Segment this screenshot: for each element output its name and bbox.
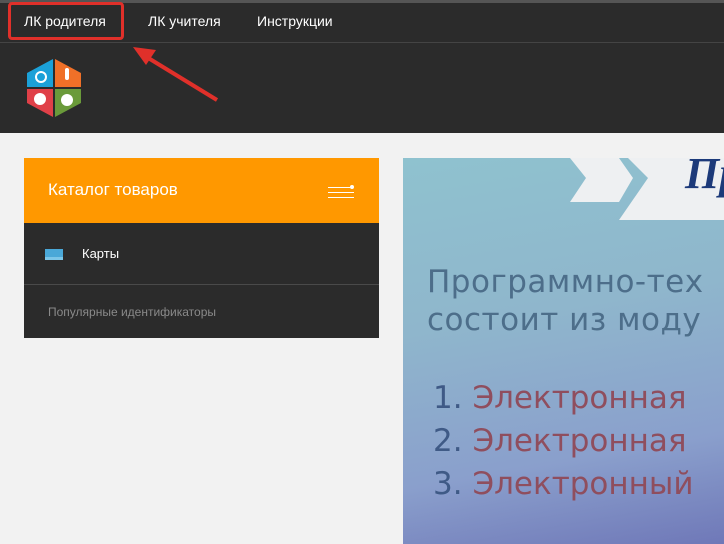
- banner-list-item: 3. Электронный: [433, 466, 694, 502]
- banner-chevron-decoration: [570, 158, 724, 220]
- banner-list-item: 1. Электронная: [433, 380, 687, 416]
- banner-line: состоит из моду: [427, 302, 702, 338]
- annotation-arrow: [133, 47, 219, 102]
- catalog-item-cards[interactable]: Карты: [24, 223, 379, 285]
- banner-list-item: 2. Электронная: [433, 423, 687, 459]
- catalog-item-label: Карты: [82, 246, 120, 261]
- catalog-title: Каталог товаров: [48, 180, 178, 199]
- banner-line: Программно-тех: [427, 264, 704, 300]
- card-icon: [45, 249, 63, 260]
- popular-identifiers-link[interactable]: Популярные идентификаторы: [48, 305, 216, 319]
- banner-title: Пр: [685, 158, 724, 198]
- promo-banner[interactable]: Пр Программно-тех состоит из моду 1. Эле…: [403, 158, 724, 544]
- menu-icon[interactable]: [328, 185, 354, 199]
- catalog-header: Каталог товаров: [24, 158, 379, 223]
- catalog-panel: Каталог товаров Карты Популярные идентиф…: [24, 158, 379, 338]
